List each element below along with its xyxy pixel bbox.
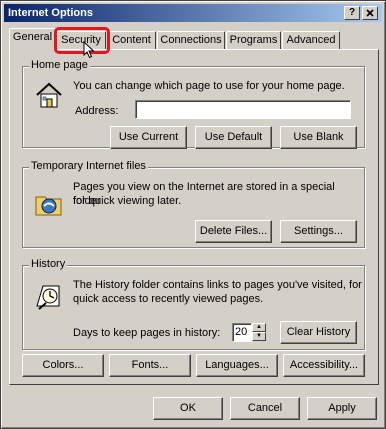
use-current-button[interactable]: Use Current [110, 126, 187, 149]
window-title: Internet Options [8, 7, 93, 19]
temp-files-description-line2: for quick viewing later. [73, 195, 182, 207]
history-description-line2: quick access to recently viewed pages. [73, 293, 264, 305]
mouse-pointer-icon [83, 41, 95, 59]
delete-files-button[interactable]: Delete Files... [195, 220, 272, 243]
use-blank-button[interactable]: Use Blank [280, 126, 357, 149]
internet-options-dialog: Internet Options ? General Security Cont… [0, 0, 386, 429]
use-default-button[interactable]: Use Default [195, 126, 272, 149]
temp-files-group: Temporary Internet files Pages you view … [22, 160, 365, 248]
tab-programs[interactable]: Programs [226, 31, 281, 50]
help-button[interactable]: ? [344, 6, 360, 20]
cancel-button[interactable]: Cancel [230, 397, 300, 420]
address-label: Address: [75, 105, 119, 117]
close-icon [366, 9, 374, 17]
apply-button[interactable]: Apply [307, 397, 377, 420]
spin-up-icon[interactable]: ▲ [252, 323, 266, 332]
tab-general[interactable]: General [9, 28, 56, 53]
tab-connections[interactable]: Connections [157, 31, 225, 50]
home-page-group: Home page You can change which page to u… [22, 59, 365, 149]
tab-content[interactable]: Content [107, 31, 156, 50]
ok-button[interactable]: OK [153, 397, 223, 420]
history-description-line1: The History folder contains links to pag… [73, 279, 362, 291]
accessibility-button[interactable]: Accessibility... [283, 354, 365, 377]
home-icon [36, 82, 62, 108]
security-tab-highlight [54, 27, 110, 54]
title-bar[interactable]: Internet Options ? [4, 4, 382, 22]
clear-history-button[interactable]: Clear History [280, 321, 357, 344]
spin-down-icon[interactable]: ▼ [252, 332, 266, 341]
history-icon [36, 285, 60, 310]
tab-advanced[interactable]: Advanced [282, 31, 340, 50]
home-page-title: Home page [29, 59, 90, 71]
ie-folder-icon [35, 196, 62, 216]
languages-button[interactable]: Languages... [196, 354, 278, 377]
history-group: History The History folder contains link… [22, 258, 365, 350]
fonts-button[interactable]: Fonts... [109, 354, 191, 377]
days-to-keep-input[interactable]: 20 [232, 323, 252, 342]
days-spinner[interactable]: ▲ ▼ [252, 323, 266, 342]
close-button[interactable] [362, 6, 378, 20]
colors-button[interactable]: Colors... [22, 354, 104, 377]
temp-settings-button[interactable]: Settings... [280, 220, 357, 243]
days-to-keep-label: Days to keep pages in history: [73, 327, 221, 339]
address-input[interactable] [135, 100, 351, 119]
general-tab-panel: Home page You can change which page to u… [9, 49, 379, 385]
temp-files-title: Temporary Internet files [29, 160, 148, 172]
home-page-description: You can change which page to use for you… [73, 80, 345, 92]
history-title: History [29, 258, 68, 270]
